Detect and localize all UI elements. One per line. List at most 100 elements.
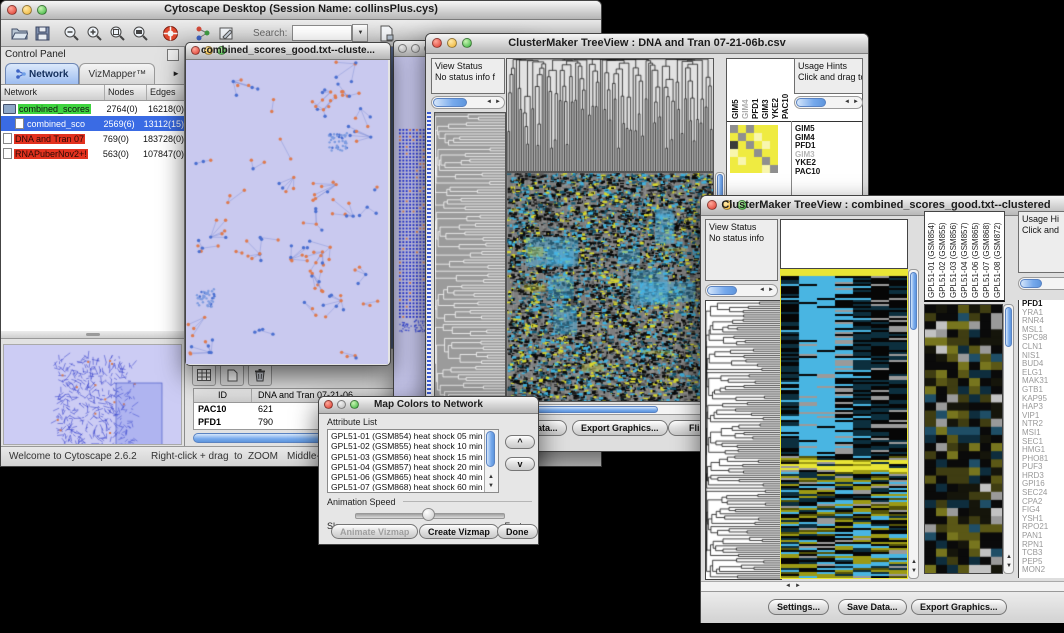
attribute-list-item[interactable]: GPL51-03 (GSM856) heat shock 15 min [329, 452, 484, 462]
network-tab-icon [16, 69, 26, 79]
treeview1-array-tree-canvas[interactable] [506, 58, 714, 172]
speed-slider-thumb[interactable] [422, 508, 435, 521]
treeview1-gene-tree-canvas[interactable] [434, 112, 506, 408]
dialog-title-bar[interactable]: Map Colors to Network [319, 397, 538, 414]
treeview2-heatmap-canvas[interactable] [780, 269, 908, 579]
treeview1-title: ClusterMaker TreeView : DNA and Tran 07-… [426, 37, 868, 49]
minimize-button[interactable] [411, 44, 420, 53]
array-label: GPL51-04 (GSM857) [960, 212, 969, 298]
network-style-icon[interactable] [193, 23, 213, 43]
network-name: combined_sco [26, 119, 86, 129]
float-panel-icon[interactable] [167, 49, 179, 61]
id-column-header[interactable]: ID [194, 389, 252, 402]
network1-title-bar[interactable]: combined_scores_good.txt--cluste... [186, 43, 390, 60]
animation-group-line [403, 501, 532, 502]
create-vizmap-button[interactable]: Create Vizmap [419, 524, 499, 539]
settings-button[interactable]: Settings... [768, 599, 829, 615]
summary-heatmap-canvas[interactable] [730, 125, 778, 173]
search-dropdown-button[interactable]: ▼ [352, 24, 368, 42]
view-status-panel: View Status No status info [705, 219, 778, 281]
scroll-up-arrow[interactable]: ▲ [488, 474, 494, 481]
save-data-button[interactable]: Save Data... [838, 599, 907, 615]
array-label: GPL51-08 (GSM872) [993, 212, 1002, 298]
view-status-scrollbar[interactable]: ◄ ► [431, 96, 505, 109]
array-label: GPL51-02 (GSM855) [938, 212, 947, 298]
scroll-down-arrow[interactable]: ▼ [911, 568, 917, 575]
status-zoom-hint: Right-click + drag to ZOOM [151, 451, 278, 462]
treeview2-vscrollbar[interactable]: ▲ ▼ [908, 269, 919, 579]
gene-label: MON2 [1022, 566, 1064, 575]
move-up-button[interactable]: ^ [505, 435, 535, 449]
move-down-button[interactable]: v [505, 457, 535, 471]
tab-overflow-arrow[interactable]: ► [172, 69, 180, 78]
network-overview-canvas[interactable] [4, 345, 182, 445]
network-overview-panel[interactable] [3, 344, 182, 445]
file-icon [15, 118, 24, 129]
folder-icon [3, 104, 16, 114]
col-nodes[interactable]: Nodes [105, 85, 147, 100]
new-attribute-icon[interactable] [220, 364, 244, 386]
network-table-row[interactable]: combined_sco2569(6)13112(15) [1, 116, 184, 131]
summary-column-label: GIM3 [761, 61, 770, 119]
edges-cell: 13112(15) [141, 119, 184, 129]
array-labels: GPL51-01 (GSM854)GPL51-02 (GSM855)GPL51-… [924, 211, 1005, 302]
annotation-icon[interactable] [216, 23, 236, 43]
col-edges[interactable]: Edges [147, 85, 184, 100]
edges-cell: 107847(0) [140, 149, 184, 159]
scroll-up-arrow[interactable]: ▲ [911, 559, 917, 566]
edges-cell: 16218(0) [145, 104, 184, 114]
view-status-panel: View Status No status info f [431, 58, 505, 94]
col-network[interactable]: Network [1, 85, 105, 100]
close-button[interactable] [398, 44, 407, 53]
overview-divider[interactable] [1, 331, 184, 339]
zoom-selected-icon[interactable] [107, 23, 127, 43]
zoom-fit-icon[interactable] [130, 23, 150, 43]
attribute-list-item[interactable]: GPL51-04 (GSM857) heat shock 20 min [329, 462, 484, 472]
scroll-down-arrow[interactable]: ▼ [1006, 563, 1012, 570]
treeview2-gene-tree-canvas[interactable] [705, 300, 782, 580]
export-graphics-button[interactable]: Export Graphics... [572, 420, 668, 436]
attribute-list-item[interactable]: GPL51-01 (GSM854) heat shock 05 min [329, 431, 484, 441]
array-label: GPL51-06 (GSM865) [971, 212, 980, 298]
summary-column-label: PFD1 [751, 61, 760, 119]
treeview2-title-bar[interactable]: ClusterMaker TreeView : combined_scores_… [701, 196, 1064, 216]
help-ring-icon[interactable] [160, 23, 180, 43]
usage-hints-scrollbar[interactable] [1018, 277, 1064, 290]
view-status-scrollbar[interactable]: ◄ ► [705, 284, 778, 297]
attribute-list-item[interactable]: GPL51-02 (GSM855) heat shock 10 min [329, 441, 484, 451]
attribute-list-item[interactable]: GPL51-07 (GSM868) heat shock 60 min [329, 482, 484, 491]
scroll-down-arrow[interactable]: ▼ [488, 483, 494, 490]
search-input[interactable] [292, 25, 352, 41]
edges-cell: 183728(0) [140, 134, 184, 144]
network-table-row[interactable]: RNAPuberNov2+!563(0)107847(0) [1, 146, 184, 161]
attribute-list-item[interactable]: GPL51-06 (GSM865) heat shock 40 min [329, 472, 484, 482]
usage-hints-scrollbar[interactable]: ◄ ► [794, 96, 863, 109]
main-title-bar[interactable]: Cytoscape Desktop (Session Name: collins… [1, 1, 601, 20]
network-name-cell: combined_scores [1, 104, 104, 114]
summary-column-label: PAC10 [781, 61, 790, 119]
attribute-table-icon[interactable] [192, 364, 216, 386]
listbox-scrollbar[interactable]: ▲ ▼ [484, 430, 498, 492]
control-panel: Control Panel Network VizMapper™ ► Netwo… [1, 47, 185, 447]
network-table-row[interactable]: combined_scores2764(0)16218(0) [1, 101, 184, 116]
network-table: combined_scores2764(0)16218(0)combined_s… [1, 101, 184, 331]
delete-attribute-icon[interactable] [248, 364, 272, 386]
network-table-row[interactable]: DNA and Tran 07769(0)183728(0) [1, 131, 184, 146]
done-button[interactable]: Done [497, 524, 538, 539]
attribute-listbox[interactable]: GPL51-01 (GSM854) heat shock 05 minGPL51… [327, 429, 499, 493]
nodes-cell: 563(0) [100, 149, 140, 159]
zoom-out-icon[interactable] [61, 23, 81, 43]
scroll-up-arrow[interactable]: ▲ [1006, 554, 1012, 561]
treeview1-title-bar[interactable]: ClusterMaker TreeView : DNA and Tran 07-… [426, 34, 868, 54]
export-graphics-button[interactable]: Export Graphics... [911, 599, 1007, 615]
save-icon[interactable] [32, 23, 52, 43]
treeview2-zoom-heatmap-canvas[interactable] [924, 304, 1003, 574]
tab-vizmapper[interactable]: VizMapper™ [79, 63, 155, 84]
zoom-vscrollbar[interactable]: ▲ ▼ [1003, 304, 1014, 574]
treeview1-heatmap-canvas[interactable] [506, 172, 714, 402]
network1-view-canvas[interactable] [186, 60, 388, 364]
zoom-in-icon[interactable] [84, 23, 104, 43]
animate-vizmap-button[interactable]: Animate Vizmap [331, 524, 418, 539]
open-folder-icon[interactable] [9, 23, 29, 43]
tab-network[interactable]: Network [5, 63, 79, 84]
